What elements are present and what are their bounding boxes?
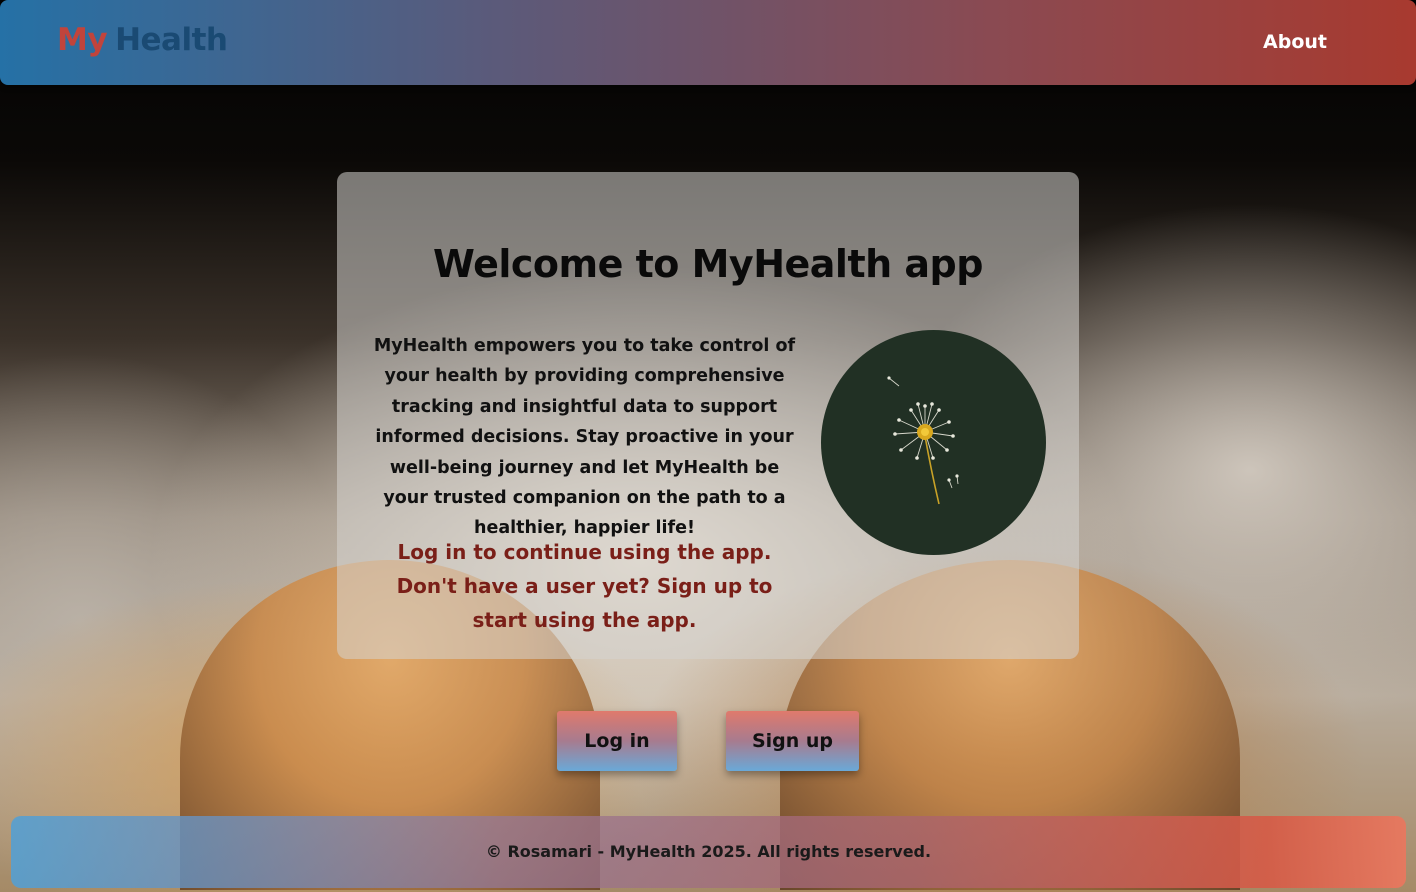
dandelion-illustration-icon [821,330,1046,555]
welcome-call-to-action: Log in to continue using the app. Don't … [396,540,773,632]
brand-logo-my: My [57,22,108,58]
welcome-title: Welcome to MyHealth app [433,242,983,286]
footer: © Rosamari - MyHealth 2025. All rights r… [11,816,1406,888]
login-button[interactable]: Log in [557,711,677,771]
brand-logo-health: Health [115,22,228,58]
footer-copyright: © Rosamari - MyHealth 2025. All rights r… [485,842,932,861]
brand-logo[interactable]: My Health [57,22,228,58]
top-navbar: My Health About [0,0,1416,85]
welcome-description: MyHealth empowers you to take control of… [373,336,796,539]
signup-button[interactable]: Sign up [726,711,859,771]
nav-about-link[interactable]: About [1263,31,1327,53]
